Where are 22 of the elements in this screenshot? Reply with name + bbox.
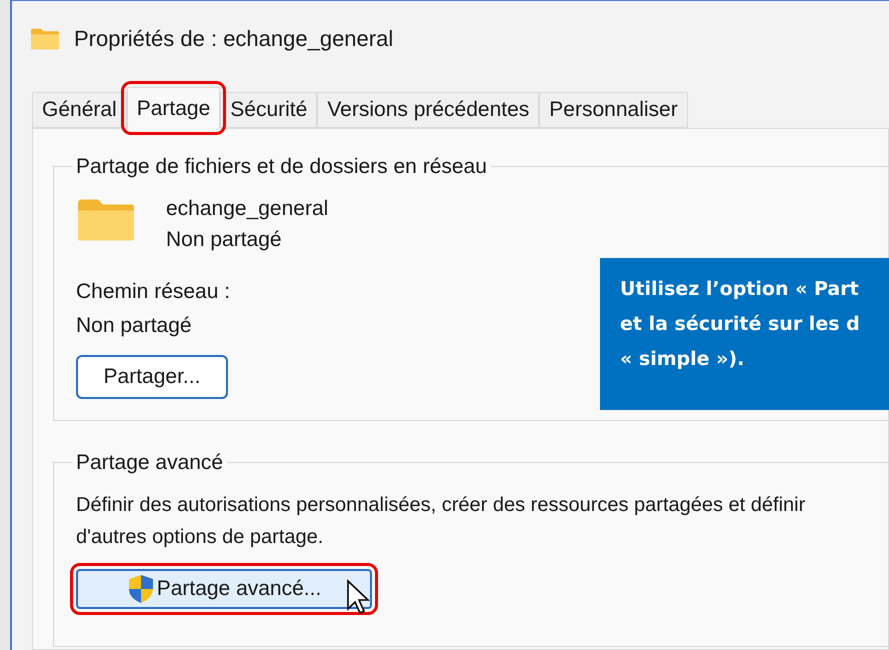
tab[interactable]: Versions précédentes xyxy=(317,92,540,128)
window-title: Propriétés de : echange_general xyxy=(74,25,394,53)
callout-text: Utilisez l’option « Part xyxy=(620,277,859,302)
path-value: Non partagé xyxy=(76,312,192,338)
callout-text: « simple »). xyxy=(620,347,744,372)
tab[interactable]: Général xyxy=(32,92,127,128)
tab[interactable]: Partage xyxy=(126,87,220,129)
cursor-icon xyxy=(346,578,370,614)
tab[interactable]: Sécurité xyxy=(220,92,318,128)
share-button[interactable]: Partager... xyxy=(76,354,228,398)
callout-text: et la sécurité sur les d xyxy=(620,312,860,337)
folder-icon xyxy=(30,26,60,50)
share-status: Non partagé xyxy=(166,226,283,252)
advanced-sharing-button[interactable]: Partage avancé... xyxy=(76,568,372,608)
tab[interactable]: Personnaliser xyxy=(539,92,688,128)
path-label: Chemin réseau : xyxy=(76,278,230,304)
group-title: Partage avancé xyxy=(75,450,224,476)
description: Définir des autorisations personnalisées, créer des ressources partagées et définir d'autres options de partage. xyxy=(76,492,806,550)
shield-icon xyxy=(126,574,155,604)
folder-name: echange_general xyxy=(166,196,328,222)
group-title: Partage de fichiers et de dossiers en réseau xyxy=(75,154,488,180)
folder-icon xyxy=(76,196,136,242)
